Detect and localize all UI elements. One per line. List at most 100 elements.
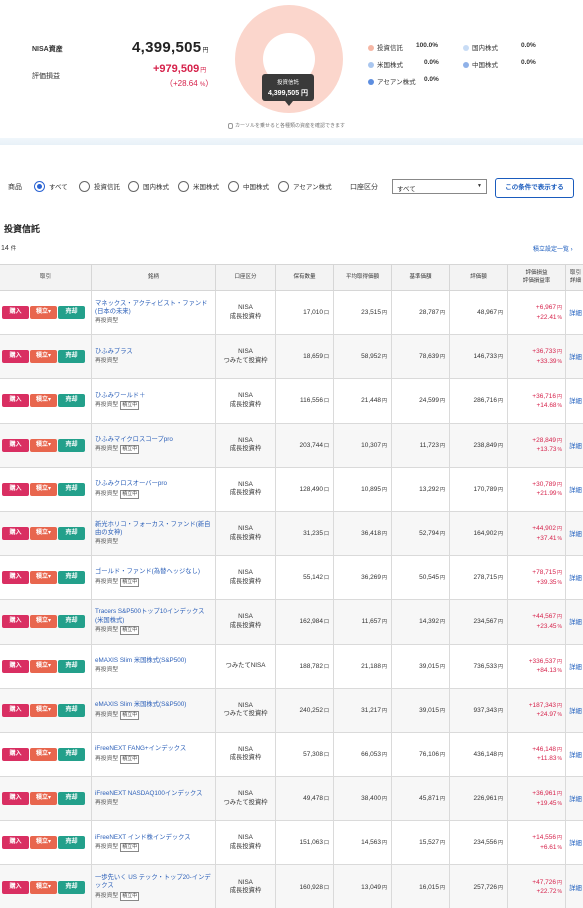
sell-button[interactable]: 売却 (58, 350, 85, 364)
fund-name-link[interactable]: ゴールド・ファンド(為替ヘッジなし) (95, 568, 212, 577)
sell-button[interactable]: 売却 (58, 571, 85, 585)
fund-name-link[interactable]: Tracers S&P500トップ10インデックス(米国株式) (95, 608, 212, 625)
radio-label: 中国株式 (243, 184, 269, 191)
buy-button[interactable]: 購入 (2, 747, 29, 761)
tsumitate-button[interactable]: 積立▾ (30, 571, 57, 585)
sell-button[interactable]: 売却 (58, 438, 85, 452)
detail-link[interactable]: 詳細 (569, 487, 582, 494)
sell-button[interactable]: 売却 (58, 482, 85, 496)
fund-name-link[interactable]: ひふみワールド＋ (95, 392, 212, 401)
yen-unit: 円 (439, 796, 445, 803)
fund-name-link[interactable]: iFreeNEXT インド株インデックス (95, 834, 212, 843)
pl-amount: +28,849 (532, 436, 556, 444)
radio-jp-stock[interactable]: 国内株式 (128, 179, 169, 193)
buy-button[interactable]: 購入 (2, 306, 29, 320)
fund-name-link[interactable]: eMAXIS Slim 米国株式(S&P500) (95, 657, 212, 666)
detail-link[interactable]: 詳細 (569, 310, 582, 317)
tsumitate-button[interactable]: 積立▾ (30, 703, 57, 717)
fund-type-label: 再投資型 (95, 317, 119, 324)
table-row: 購入 積立▾ 売却 ひふみマイクロスコープpro 再投資型 積立中 NISA 成長投資枠 203… (0, 422, 583, 468)
sell-button[interactable]: 売却 (58, 747, 85, 761)
sell-button[interactable]: 売却 (58, 394, 85, 408)
tsumitate-button[interactable]: 積立▾ (30, 659, 57, 673)
account-select[interactable]: すべて ▼ (392, 179, 487, 194)
qty-cell: 162,984口 (275, 599, 334, 645)
result-count: 14 件 (1, 244, 16, 252)
buy-button[interactable]: 購入 (2, 615, 29, 629)
fund-name-link[interactable]: ひふみプラス (95, 348, 212, 357)
buy-button[interactable]: 購入 (2, 836, 29, 850)
sell-button[interactable]: 売却 (58, 792, 85, 806)
sell-button[interactable]: 売却 (58, 880, 85, 894)
tsumitate-button[interactable]: 積立▾ (30, 350, 57, 364)
radio-circle[interactable] (128, 180, 139, 192)
tsumitate-button[interactable]: 積立▾ (30, 394, 57, 408)
fund-name-link[interactable]: 一歩先いく US テック・トップ20-インデックス (95, 874, 212, 891)
fund-name-link[interactable]: ひふみクロスオーバーpro (95, 480, 212, 489)
detail-link[interactable]: 詳細 (569, 398, 582, 405)
fund-name-link[interactable]: eMAXIS Slim 米国株式(S&P500) (95, 701, 212, 710)
detail-link[interactable]: 詳細 (569, 840, 582, 847)
sell-button[interactable]: 売却 (58, 527, 85, 541)
detail-link[interactable]: 詳細 (569, 664, 582, 671)
radio-all[interactable]: すべて (34, 179, 68, 193)
avg-price-cell: 13,049円 (333, 864, 392, 908)
tsumitate-button[interactable]: 積立▾ (30, 836, 57, 850)
radio-circle[interactable] (34, 180, 45, 192)
buy-button[interactable]: 購入 (2, 438, 29, 452)
buy-button[interactable]: 購入 (2, 394, 29, 408)
radio-fund[interactable]: 投資信託 (79, 179, 120, 193)
fund-name-link[interactable]: iFreeNEXT FANG+インデックス (95, 745, 212, 754)
pl-rate: +6.61 (540, 843, 557, 851)
fund-name-link[interactable]: 新光ホリコ・フォーカス・ファンド(新自由の女神) (95, 521, 212, 538)
tsumitate-button[interactable]: 積立▾ (30, 747, 57, 761)
fund-name-link[interactable]: iFreeNEXT NASDAQ100インデックス (95, 790, 212, 799)
tsumitate-button[interactable]: 積立▾ (30, 306, 57, 320)
sell-button[interactable]: 売却 (58, 615, 85, 629)
tsumitate-button[interactable]: 積立▾ (30, 792, 57, 806)
buy-button[interactable]: 購入 (2, 703, 29, 717)
tsumitate-button[interactable]: 積立▾ (30, 438, 57, 452)
radio-circle[interactable] (79, 180, 90, 192)
detail-link[interactable]: 詳細 (569, 752, 582, 759)
radio-circle[interactable] (278, 180, 289, 192)
qty-cell: 31,235口 (275, 510, 334, 557)
buy-button[interactable]: 購入 (2, 527, 29, 541)
detail-link[interactable]: 詳細 (569, 619, 582, 626)
fund-cell: ゴールド・ファンド(為替ヘッジなし) 再投資型 積立中 (91, 555, 216, 601)
radio-cn-stock[interactable]: 中国株式 (228, 179, 269, 193)
radio-circle[interactable] (178, 180, 189, 192)
buy-button[interactable]: 購入 (2, 482, 29, 496)
fund-name-link[interactable]: マネックス・アクティビスト・ファンド(日本の未来) (95, 300, 212, 317)
sell-button[interactable]: 売却 (58, 703, 85, 717)
detail-link[interactable]: 詳細 (569, 354, 582, 361)
buy-button[interactable]: 購入 (2, 350, 29, 364)
yen-unit: 円 (556, 526, 562, 533)
tsumitate-button[interactable]: 積立▾ (30, 880, 57, 894)
detail-link[interactable]: 詳細 (569, 575, 582, 582)
radio-circle[interactable] (228, 180, 239, 192)
tsumitate-button[interactable]: 積立▾ (30, 482, 57, 496)
buy-button[interactable]: 購入 (2, 792, 29, 806)
apply-filter-button[interactable]: この条件で表示する (495, 178, 574, 198)
tsumitate-settings-link[interactable]: 積立設定一覧 › (533, 244, 573, 253)
tsumitate-button[interactable]: 積立▾ (30, 527, 57, 541)
radio-asean-stock[interactable]: アセアン株式 (278, 179, 332, 193)
radio-us-stock[interactable]: 米国株式 (178, 179, 219, 193)
tsumitate-button[interactable]: 積立▾ (30, 615, 57, 629)
sell-button[interactable]: 売却 (58, 836, 85, 850)
avg-price-value: 21,188 (361, 662, 381, 670)
buy-button[interactable]: 購入 (2, 880, 29, 894)
detail-link[interactable]: 詳細 (569, 885, 582, 892)
detail-link[interactable]: 詳細 (569, 443, 582, 450)
detail-link[interactable]: 詳細 (569, 708, 582, 715)
buy-button[interactable]: 購入 (2, 659, 29, 673)
detail-link[interactable]: 詳細 (569, 531, 582, 538)
yen-unit: 円 (497, 310, 503, 317)
fund-name-link[interactable]: ひふみマイクロスコープpro (95, 436, 212, 445)
detail-link[interactable]: 詳細 (569, 796, 582, 803)
buy-button[interactable]: 購入 (2, 571, 29, 585)
fund-cell: 一歩先いく US テック・トップ20-インデックス 再投資型 積立中 (91, 864, 216, 908)
sell-button[interactable]: 売却 (58, 659, 85, 673)
sell-button[interactable]: 売却 (58, 306, 85, 320)
